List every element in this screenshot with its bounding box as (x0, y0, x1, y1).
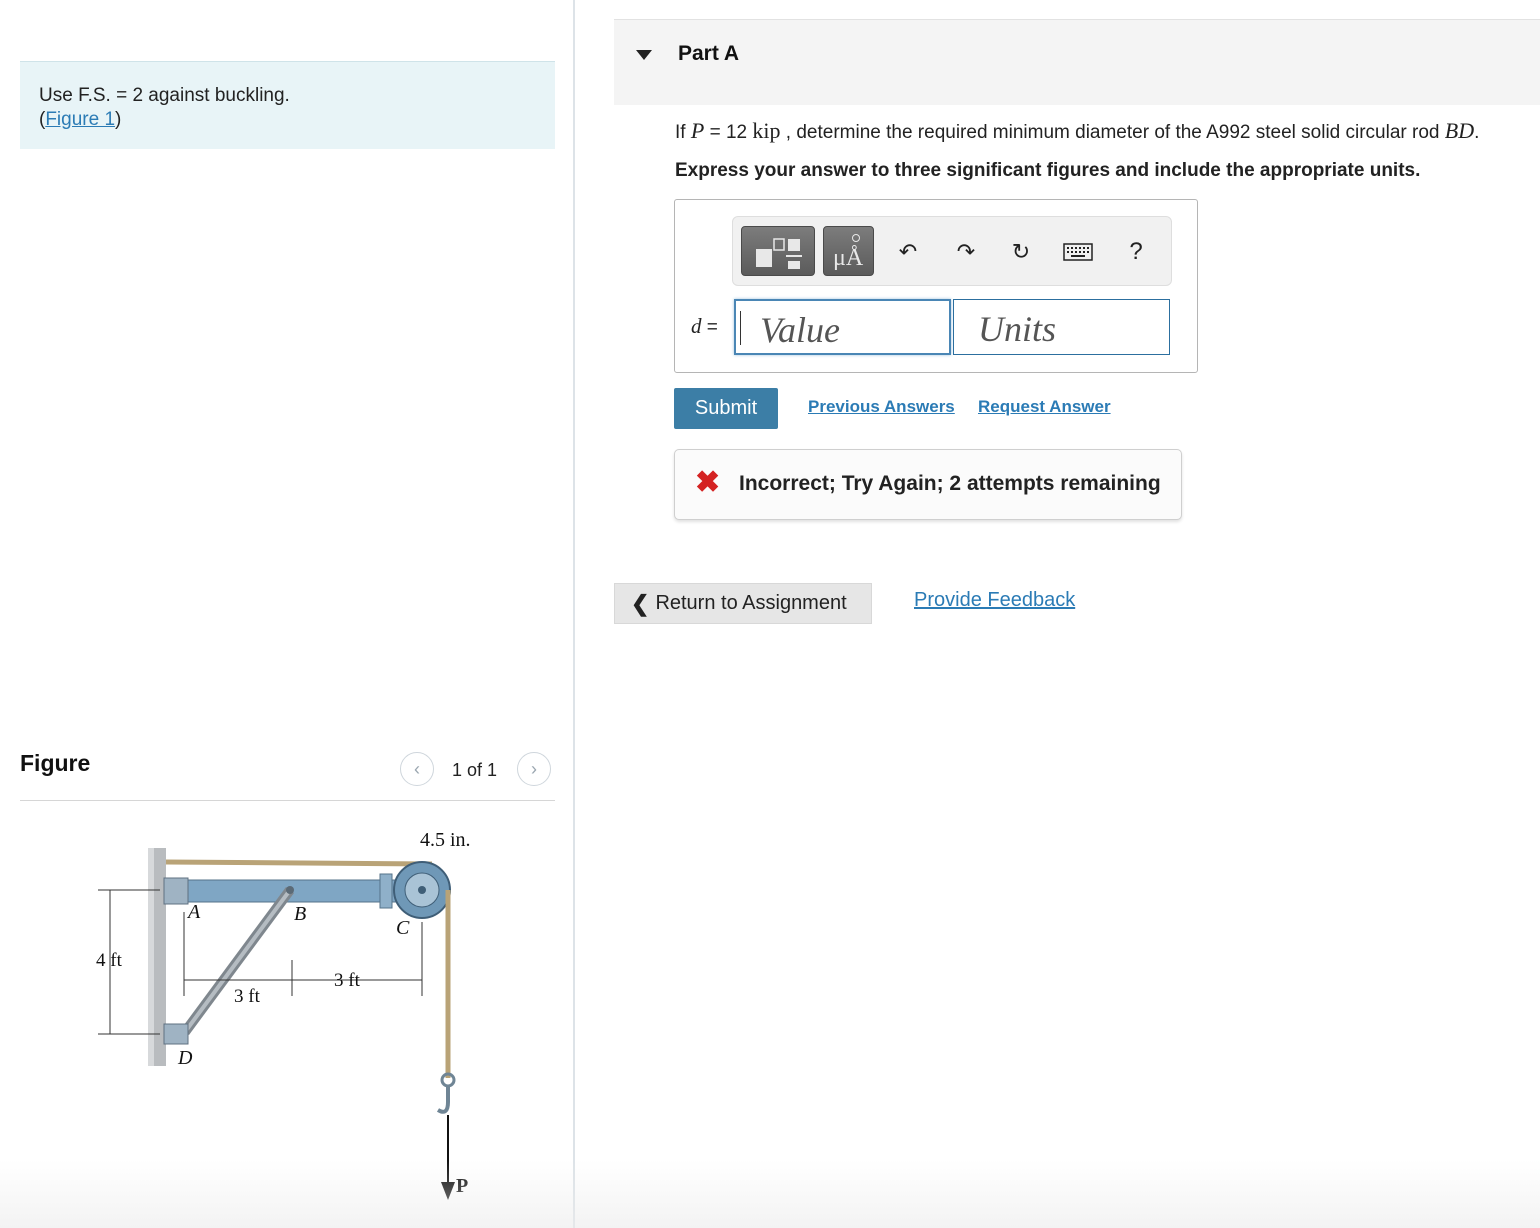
chevron-right-icon: › (531, 758, 537, 779)
return-to-assignment-button[interactable]: ❮ Return to Assignment (614, 583, 872, 624)
question-text: If P = 12 kip , determine the required m… (675, 118, 1479, 144)
undo-button[interactable]: ↶ (891, 235, 925, 269)
reset-button[interactable]: ↻ (1004, 235, 1038, 269)
var-bd: BD (1444, 118, 1475, 143)
keyboard-button[interactable] (1061, 235, 1095, 269)
right-panel: Part A If P = 12 kip , determine the req… (575, 0, 1540, 1228)
templates-icon (756, 238, 802, 269)
question-middle: , determine the required minimum diamete… (780, 122, 1445, 143)
label-a: A (186, 901, 201, 923)
feedback-text: Incorrect; Try Again; 2 attempts remaini… (739, 472, 1161, 495)
support-a (163, 877, 189, 905)
undo-icon: ↶ (898, 239, 918, 264)
pulley-axle (418, 886, 426, 894)
instruction-text: Express your answer to three significant… (675, 160, 1421, 181)
next-figure-button[interactable]: › (517, 752, 551, 786)
redo-button[interactable]: ↷ (949, 235, 983, 269)
part-title: Part A (678, 42, 740, 65)
prev-figure-button[interactable]: ‹ (400, 752, 434, 786)
answer-variable-label: d = (691, 314, 718, 339)
figure-link[interactable]: Figure 1 (45, 109, 115, 130)
question-suffix: . (1474, 122, 1480, 143)
figure-counter: 1 of 1 (452, 760, 498, 780)
label-p: P (456, 1175, 468, 1197)
rod-bd-highlight (183, 888, 292, 1034)
submit-button[interactable]: Submit (674, 388, 778, 429)
hook (436, 1086, 450, 1114)
caret-down-icon (636, 50, 652, 60)
label-pulley-size: 4.5 in. (420, 829, 471, 851)
answer-box: μÅ ↶ ↷ ↻ ? d = Value Units (674, 199, 1198, 373)
close-paren: ) (115, 109, 122, 130)
redo-icon: ↷ (956, 239, 976, 264)
return-label: Return to Assignment (655, 592, 847, 614)
request-answer-link[interactable]: Request Answer (978, 397, 1111, 417)
templates-button[interactable] (741, 226, 815, 276)
label-span-ab: 3 ft (234, 986, 261, 1007)
var-d: d (691, 314, 702, 338)
units-input[interactable]: Units (953, 299, 1170, 355)
left-panel: Use F.S. = 2 against buckling. (Figure 1… (0, 0, 574, 1228)
figure-title: Figure (20, 750, 91, 776)
load-arrowhead (441, 1182, 455, 1200)
label-c: C (396, 917, 410, 939)
keyboard-icon (1063, 243, 1093, 261)
angstrom-ring (852, 234, 860, 242)
label-d: D (177, 1047, 193, 1069)
chevron-left-icon: ❮ (631, 590, 650, 616)
support-d (163, 1023, 189, 1045)
value-input[interactable]: Value (734, 299, 951, 355)
unit-kip: kip (752, 118, 781, 143)
x-icon: ✖ (695, 466, 721, 499)
pin-b (286, 886, 294, 894)
math-toolbar: μÅ ↶ ↷ ↻ ? (732, 216, 1172, 286)
crane-diagram: A B C D P 4.5 in. 4 ft 3 ft 3 ft (96, 829, 471, 1200)
provide-feedback-link[interactable]: Provide Feedback (914, 589, 1075, 612)
reset-icon: ↻ (1011, 239, 1031, 264)
problem-intro: Use F.S. = 2 against buckling. (Figure 1… (20, 61, 555, 149)
question-equals: = 12 (704, 122, 753, 143)
label-span-bc: 3 ft (334, 970, 361, 991)
wall-shade (148, 848, 154, 1066)
previous-answers-link[interactable]: Previous Answers (808, 397, 955, 417)
help-button[interactable]: ? (1119, 235, 1153, 269)
beam-collar (379, 873, 393, 909)
rope-top (165, 859, 433, 867)
label-height: 4 ft (96, 950, 123, 971)
units-button[interactable]: μÅ (823, 226, 874, 276)
chevron-left-icon: ‹ (414, 758, 420, 779)
figure-header: Figure ‹ 1 of 1 › (20, 748, 555, 801)
units-glyph: μÅ (833, 245, 864, 271)
var-p: P (690, 118, 705, 143)
answer-equals: = (701, 317, 718, 338)
part-a-header[interactable]: Part A (614, 19, 1540, 105)
question-prefix: If (675, 122, 691, 143)
intro-text: Use F.S. = 2 against buckling. (39, 85, 290, 106)
feedback-box: ✖ Incorrect; Try Again; 2 attempts remai… (674, 449, 1182, 520)
label-b: B (294, 903, 306, 925)
